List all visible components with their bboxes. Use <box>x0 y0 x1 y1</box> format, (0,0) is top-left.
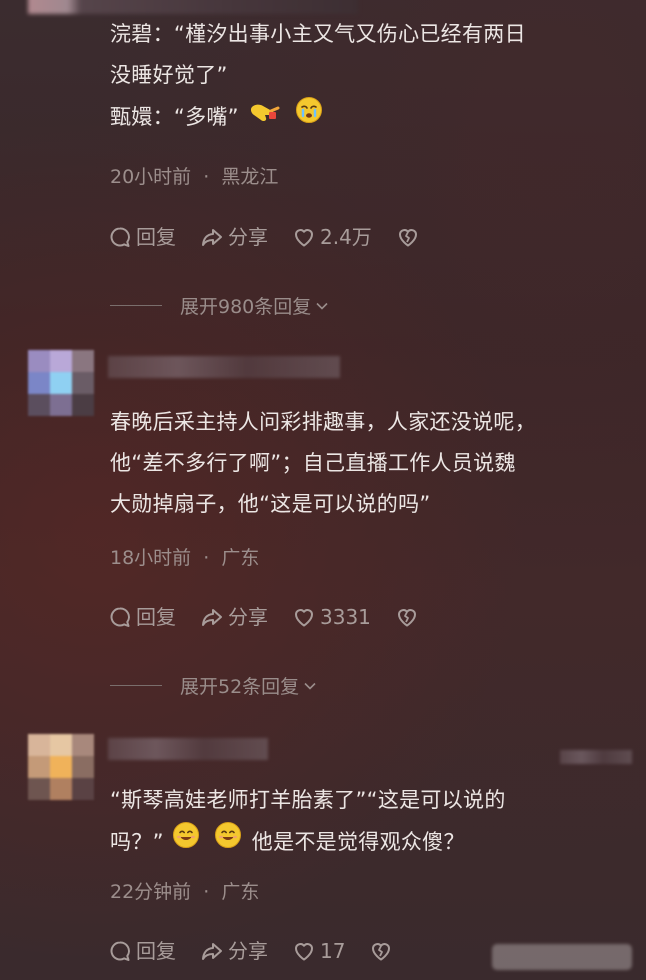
divider-line <box>110 685 162 686</box>
share-label: 分享 <box>228 605 268 629</box>
comment-1-meta: 20小时前 · 黑龙江 <box>110 162 278 189</box>
expand-replies-label: 展开980条回复 <box>180 296 312 318</box>
like-button[interactable]: 17 <box>292 939 345 963</box>
avatar[interactable] <box>28 350 94 416</box>
meta-separator: · <box>203 166 210 188</box>
comment-3-meta: 22分钟前 · 广东 <box>110 877 259 904</box>
broken-heart-icon <box>395 605 419 629</box>
share-icon <box>200 605 224 629</box>
reply-button[interactable]: 回复 <box>108 939 176 963</box>
share-label: 分享 <box>228 939 268 963</box>
expand-replies-label: 展开52条回复 <box>180 676 300 698</box>
avatar[interactable] <box>28 734 94 800</box>
share-label: 分享 <box>228 225 268 249</box>
comment-1-text: 浣碧：“槿汐出事小主又气又伤心已经有两日 没睡好觉了” 甄嬛：“多嘴” <box>110 14 632 138</box>
dislike-button[interactable] <box>396 225 424 249</box>
reply-button[interactable]: 回复 <box>108 225 176 249</box>
comment-2-line-2: 他“差不多行了啊”；自己直播工作人员说魏 <box>110 451 516 475</box>
crying-face-emoji <box>295 96 323 138</box>
comment-3-line-3: 他是不是觉得观众傻？ <box>251 829 465 854</box>
broken-heart-icon <box>369 939 393 963</box>
comment-2-line-1: 春晚后采主持人问彩排趣事，人家还没说呢， <box>110 410 536 434</box>
author-name-mosaic <box>108 356 340 378</box>
comment-3-line-2: 吗？” <box>110 829 164 854</box>
comment-1-line-3-row: 甄嬛：“多嘴” <box>110 96 632 138</box>
reply-label: 回复 <box>136 225 176 249</box>
meta-separator: · <box>203 547 210 569</box>
reply-icon <box>108 939 132 963</box>
like-count: 3331 <box>320 605 371 629</box>
comment-3-location: 广东 <box>221 881 260 903</box>
comment-1-actions: 回复 分享 2.4万 <box>108 222 448 252</box>
like-button[interactable]: 3331 <box>292 605 371 629</box>
comment-1-line-2: 没睡好觉了” <box>110 63 228 87</box>
share-button[interactable]: 分享 <box>200 225 268 249</box>
like-button[interactable]: 2.4万 <box>292 225 372 249</box>
reply-icon <box>108 225 132 249</box>
comment-2-meta: 18小时前 · 广东 <box>110 543 259 570</box>
like-count: 17 <box>320 939 346 963</box>
comment-1-location: 黑龙江 <box>221 166 279 188</box>
comment-2-text: 春晚后采主持人问彩排趣事，人家还没说呢， 他“差不多行了啊”；自己直播工作人员说… <box>110 402 632 525</box>
comment-1-line-3: 甄嬛：“多嘴” <box>110 104 239 129</box>
author-name-mosaic <box>108 738 268 760</box>
comment-3-time: 22分钟前 <box>110 881 192 903</box>
chevron-down-icon <box>315 299 329 313</box>
reply-icon <box>108 605 132 629</box>
heart-icon <box>292 605 316 629</box>
pointing-finger-emoji <box>249 97 281 138</box>
dislike-button[interactable] <box>369 939 397 963</box>
comment-2-line-3: 大勋掉扇子，他“这是可以说的吗” <box>110 492 431 516</box>
heart-icon <box>292 225 316 249</box>
comment-3-line-2-row: 吗？” 他是不是觉得观众傻？ <box>110 821 632 863</box>
reply-button[interactable]: 回复 <box>108 605 176 629</box>
comment-3-actions: 回复 分享 17 <box>108 936 421 966</box>
comment-3-text: “斯琴高娃老师打羊胎素了”“这是可以说的 吗？” 他是不是觉得观众傻？ <box>110 780 632 863</box>
meta-separator: · <box>203 881 210 903</box>
share-button[interactable]: 分享 <box>200 605 268 629</box>
like-count: 2.4万 <box>320 225 372 249</box>
previous-comment-mosaic <box>28 0 358 14</box>
chevron-down-icon <box>303 679 317 693</box>
comment-1-time: 20小时前 <box>110 166 192 188</box>
comment-3-line-1: “斯琴高娃老师打羊胎素了”“这是可以说的 <box>110 788 506 812</box>
comment-2-time: 18小时前 <box>110 547 192 569</box>
reply-label: 回复 <box>136 605 176 629</box>
comment-2-location: 广东 <box>221 547 260 569</box>
share-icon <box>200 939 224 963</box>
comment-2-expand-replies[interactable]: 展开52条回复 <box>110 672 317 699</box>
share-button[interactable]: 分享 <box>200 939 268 963</box>
reply-label: 回复 <box>136 939 176 963</box>
mosaic-fragment <box>560 750 632 764</box>
comment-1-expand-replies[interactable]: 展开980条回复 <box>110 292 329 319</box>
dislike-button[interactable] <box>395 605 423 629</box>
broken-heart-icon <box>396 225 420 249</box>
comment-2-actions: 回复 分享 3331 <box>108 602 447 632</box>
watermark <box>492 944 632 970</box>
heart-icon <box>292 939 316 963</box>
smiling-face-emoji <box>172 821 200 863</box>
comment-1-line-1: 浣碧：“槿汐出事小主又气又伤心已经有两日 <box>110 22 526 46</box>
divider-line <box>110 305 162 306</box>
smiling-face-emoji <box>214 821 242 863</box>
share-icon <box>200 225 224 249</box>
